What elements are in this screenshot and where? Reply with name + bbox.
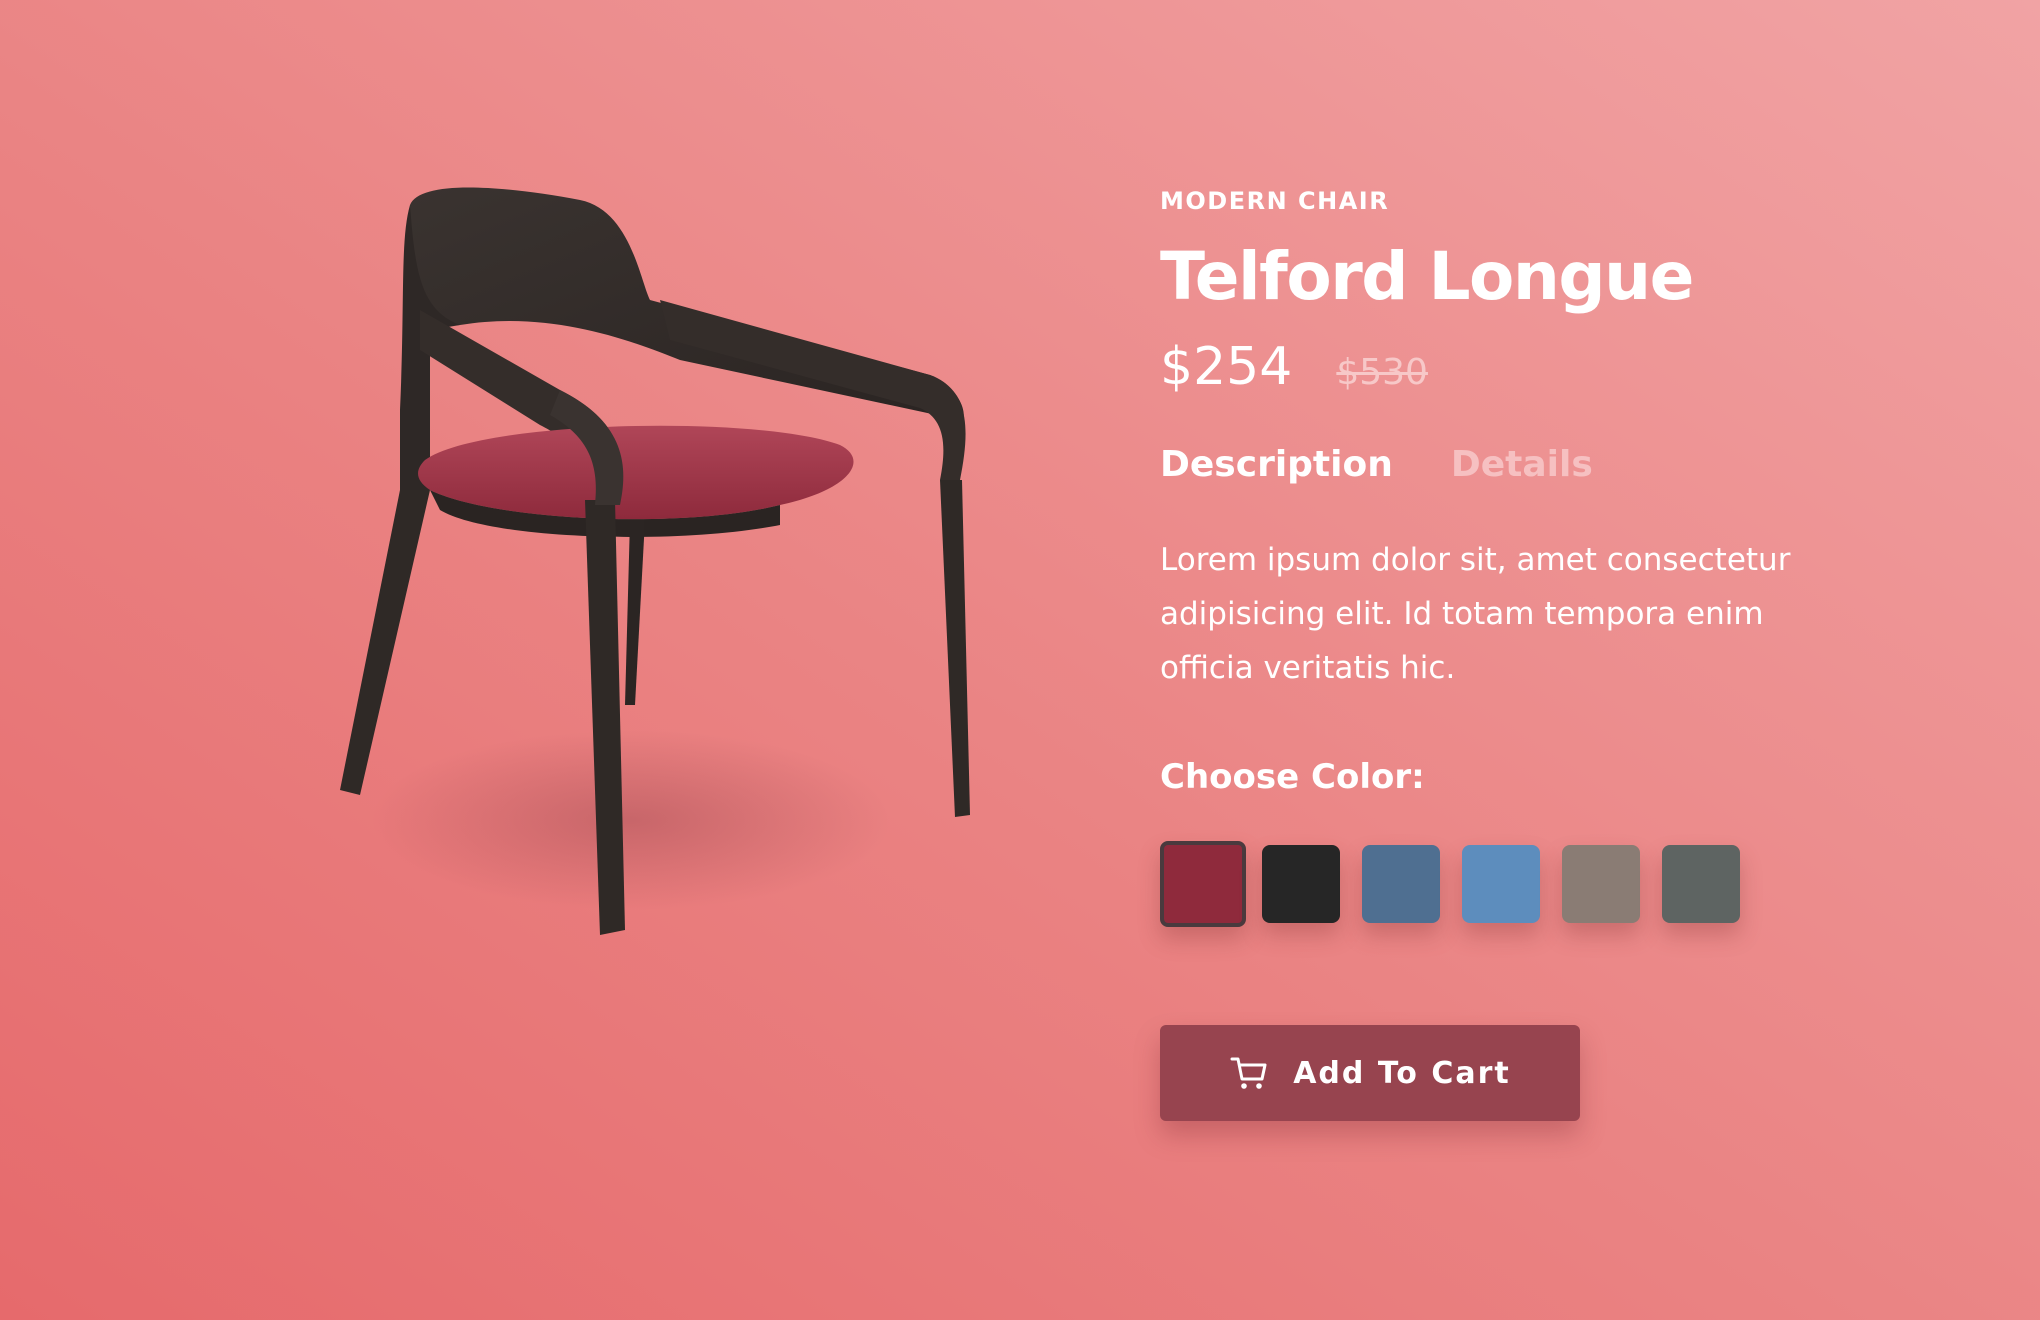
color-swatch-2[interactable] [1262, 845, 1340, 923]
original-price: $530 [1336, 352, 1428, 393]
choose-color-label: Choose Color: [1160, 757, 1425, 797]
info-tabs: Description Details [1160, 441, 1880, 489]
product-info: MODERN CHAIR Telford Longue $254 $530 De… [1160, 185, 1880, 1121]
price-row: $254 $530 [1160, 337, 1880, 407]
product-page: MODERN CHAIR Telford Longue $254 $530 De… [0, 0, 2040, 1320]
color-swatch-1[interactable] [1160, 841, 1246, 927]
add-to-cart-label: Add To Cart [1293, 1055, 1511, 1091]
chair-illustration [340, 187, 970, 935]
current-price: $254 [1160, 337, 1293, 397]
color-swatch-4[interactable] [1462, 845, 1540, 923]
chair-image [330, 160, 1010, 1020]
color-swatches [1160, 841, 1880, 927]
color-swatch-5[interactable] [1562, 845, 1640, 923]
color-swatch-6[interactable] [1662, 845, 1740, 923]
color-swatch-3[interactable] [1362, 845, 1440, 923]
product-title: Telford Longue [1160, 238, 1694, 315]
product-category: MODERN CHAIR [1160, 187, 1390, 215]
tab-description[interactable]: Description [1160, 443, 1393, 487]
tab-details[interactable]: Details [1451, 443, 1593, 487]
add-to-cart-button[interactable]: Add To Cart [1160, 1025, 1580, 1121]
cart-icon [1229, 1053, 1269, 1093]
product-description: Lorem ipsum dolor sit, amet consectetur … [1160, 542, 1791, 686]
